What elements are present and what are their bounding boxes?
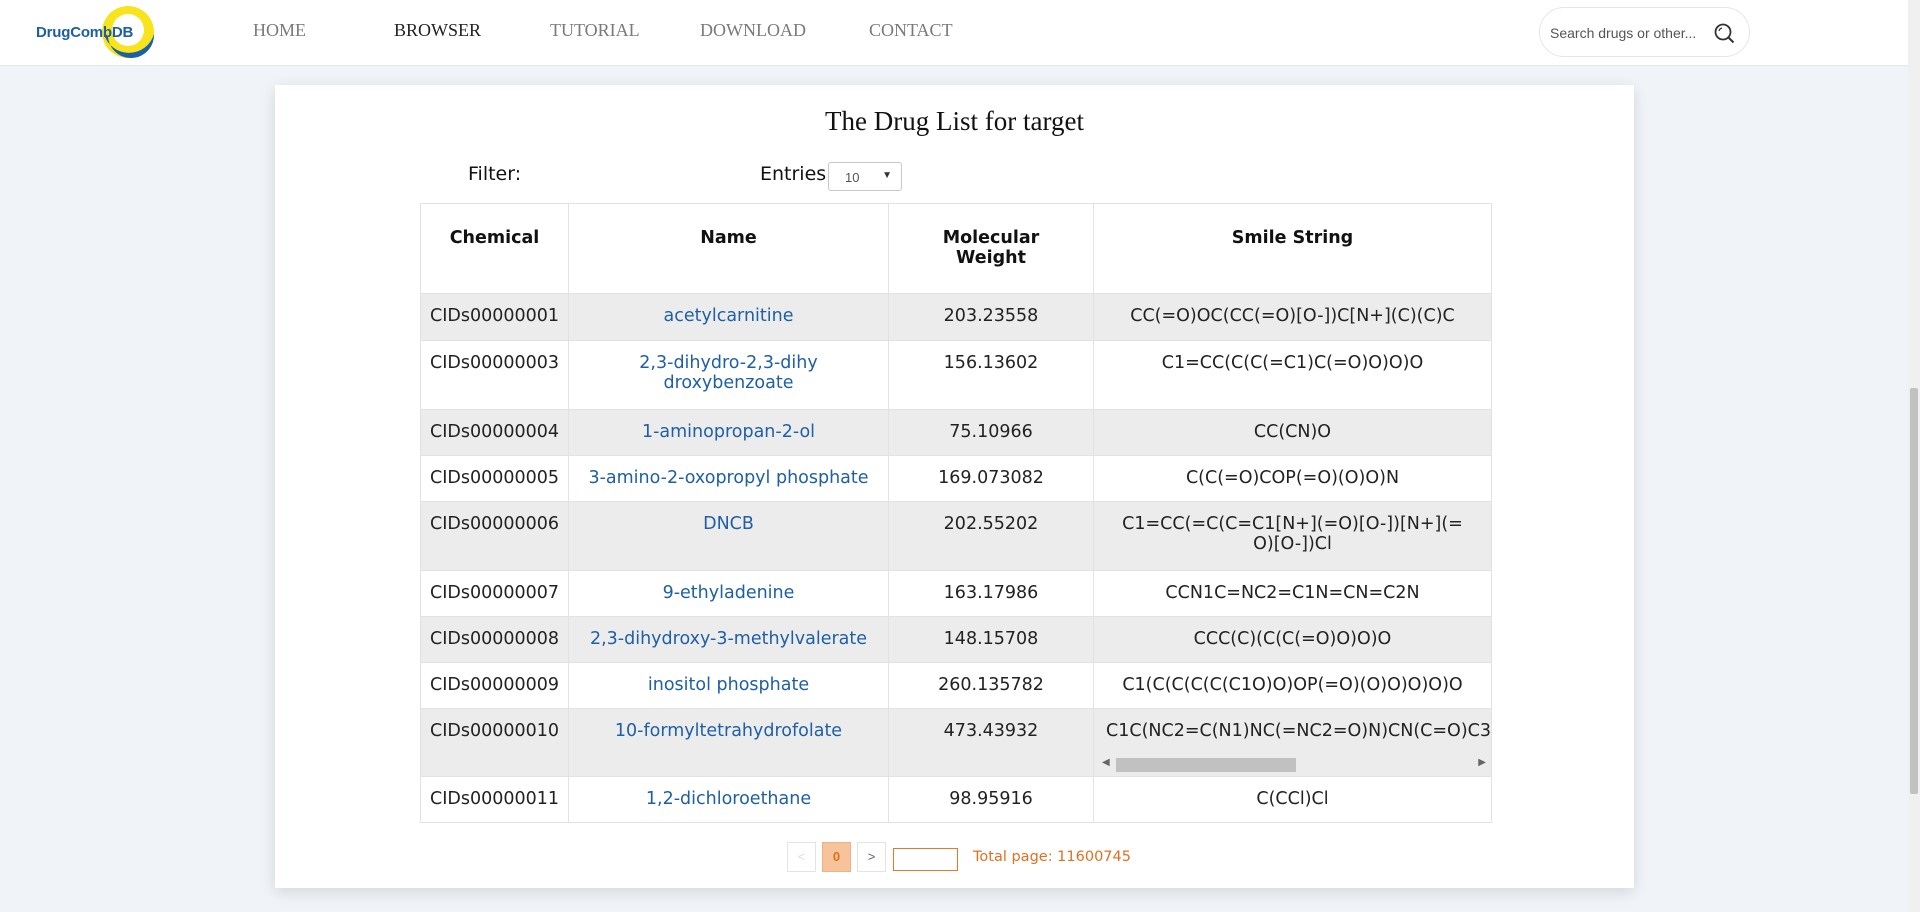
nav-contact[interactable]: CONTACT <box>869 20 953 41</box>
column-header-smile-string[interactable]: Smile String <box>1093 203 1492 294</box>
smiles-text: C1=CC(=C(C=C1[N+](=O)[O-])[N+](=O)[O-])C… <box>1122 514 1463 554</box>
smiles-cell: C(CCl)Cl <box>1093 776 1492 823</box>
page-title: The Drug List for target <box>825 106 1084 136</box>
table-header-row: Chemical Name Molecular Weight Smile Str… <box>420 203 1492 294</box>
smiles-cell: C1=CC(=C(C=C1[N+](=O)[O-])[N+](=O)[O-])C… <box>1093 501 1492 571</box>
smiles-cell: CCN1C=NC2=C1N=CN=C2N <box>1093 570 1492 617</box>
smiles-cell: C(C(=O)COP(=O)(O)O)N <box>1093 455 1492 502</box>
table-row: CIDs00000011 1,2-dichloroethane 98.95916… <box>420 776 1492 823</box>
drug-table: Chemical Name Molecular Weight Smile Str… <box>420 203 1492 823</box>
entries-select[interactable]: 10 ▼ <box>828 162 902 191</box>
chemical-cell: CIDs00000001 <box>420 293 569 341</box>
filter-label: Filter: <box>468 163 522 185</box>
smiles-cell-scrollable: C1C(NC2=C(N1)NC(=NC2=O)N)CN(C=O)C3= ◀ ▶ <box>1093 708 1492 777</box>
drug-name-link[interactable]: inositol phosphate <box>568 662 889 709</box>
column-header-mw-label: Molecular Weight <box>942 228 1040 268</box>
table-row: CIDs00000006 DNCB 202.55202 C1=CC(=C(C=C… <box>420 501 1492 571</box>
entries-label: Entries: <box>760 163 833 185</box>
nav-home[interactable]: HOME <box>253 20 306 41</box>
table-row: CIDs00000010 10-formyltetrahydrofolate 4… <box>420 708 1492 777</box>
drug-name-link[interactable]: DNCB <box>568 501 889 571</box>
entries-select-value: 10 <box>845 170 860 185</box>
smiles-cell: C1=CC(C(C(=C1)C(=O)O)O)O <box>1093 340 1492 410</box>
smiles-cell: C1(C(C(C(C(C1O)O)OP(=O)(O)O)O)O)O <box>1093 662 1492 709</box>
chemical-cell: CIDs00000003 <box>420 340 569 410</box>
chemical-cell: CIDs00000011 <box>420 776 569 823</box>
page-scrollbar[interactable] <box>1908 0 1920 912</box>
search-box <box>1539 7 1750 57</box>
column-header-name[interactable]: Name <box>568 203 889 294</box>
current-page-button[interactable]: 0 <box>822 842 851 872</box>
column-header-chemical[interactable]: Chemical <box>420 203 569 294</box>
drug-name-link[interactable]: acetylcarnitine <box>568 293 889 341</box>
smiles-text: C1C(NC2=C(N1)NC(=NC2=O)N)CN(C=O)C3= <box>1106 721 1492 741</box>
logo-text: DrugCombDB <box>36 24 134 41</box>
table-row: CIDs00000003 2,3-dihydro-2,3-dihydroxybe… <box>420 340 1492 410</box>
molecular-weight-cell: 163.17986 <box>888 570 1094 617</box>
molecular-weight-cell: 473.43932 <box>888 708 1094 777</box>
drug-name-link[interactable]: 3-amino-2-oxopropyl phosphate <box>568 455 889 502</box>
smiles-horizontal-scrollbar[interactable]: ◀ ▶ <box>1102 755 1486 772</box>
chemical-cell: CIDs00000008 <box>420 616 569 663</box>
chemical-cell: CIDs00000009 <box>420 662 569 709</box>
drug-table-wrapper: Chemical Name Molecular Weight Smile Str… <box>420 203 1492 823</box>
table-row: CIDs00000009 inositol phosphate 260.1357… <box>420 662 1492 709</box>
chevron-down-icon: ▼ <box>882 170 892 181</box>
table-row: CIDs00000007 9-ethyladenine 163.17986 CC… <box>420 570 1492 617</box>
smiles-cell: CC(CN)O <box>1093 409 1492 456</box>
smiles-scrollbar-thumb[interactable] <box>1116 758 1296 772</box>
drug-name-link[interactable]: 10-formyltetrahydrofolate <box>568 708 889 777</box>
drug-name-link[interactable]: 2,3-dihydroxy-3-methylvalerate <box>568 616 889 663</box>
table-row: CIDs00000004 1-aminopropan-2-ol 75.10966… <box>420 409 1492 456</box>
drug-list-card: The Drug List for target Filter: Entries… <box>275 85 1634 888</box>
drug-name-link[interactable]: 2,3-dihydro-2,3-dihydroxybenzoate <box>568 340 889 410</box>
drug-name-text: 2,3-dihydro-2,3-dihydroxybenzoate <box>639 353 818 393</box>
molecular-weight-cell: 75.10966 <box>888 409 1094 456</box>
smiles-cell: CCC(C)(C(C(=O)O)O)O <box>1093 616 1492 663</box>
drug-name-link[interactable]: 9-ethyladenine <box>568 570 889 617</box>
molecular-weight-cell: 260.135782 <box>888 662 1094 709</box>
column-header-molecular-weight[interactable]: Molecular Weight <box>888 203 1094 294</box>
chemical-cell: CIDs00000005 <box>420 455 569 502</box>
molecular-weight-cell: 202.55202 <box>888 501 1094 571</box>
molecular-weight-cell: 156.13602 <box>888 340 1094 410</box>
molecular-weight-cell: 169.073082 <box>888 455 1094 502</box>
drug-name-link[interactable]: 1,2-dichloroethane <box>568 776 889 823</box>
molecular-weight-cell: 98.95916 <box>888 776 1094 823</box>
chemical-cell: CIDs00000006 <box>420 501 569 571</box>
chemical-cell: CIDs00000010 <box>420 708 569 777</box>
molecular-weight-cell: 148.15708 <box>888 616 1094 663</box>
nav-browser[interactable]: BROWSER <box>394 20 481 41</box>
search-icon[interactable] <box>1713 22 1735 44</box>
nav-tutorial[interactable]: TUTORIAL <box>550 20 640 41</box>
nav-download[interactable]: DOWNLOAD <box>700 20 806 41</box>
table-row: CIDs00000001 acetylcarnitine 203.23558 C… <box>420 293 1492 341</box>
top-header: DrugCombDB HOME BROWSER TUTORIAL DOWNLOA… <box>0 0 1908 66</box>
total-pages-label: Total page: 11600745 <box>973 849 1131 865</box>
next-page-button[interactable]: > <box>857 842 886 872</box>
scroll-right-arrow-icon[interactable]: ▶ <box>1478 757 1486 768</box>
chemical-cell: CIDs00000004 <box>420 409 569 456</box>
prev-page-button[interactable]: < <box>787 842 816 872</box>
smiles-cell: CC(=O)OC(CC(=O)[O-])C[N+](C)(C)C <box>1093 293 1492 341</box>
drug-name-link[interactable]: 1-aminopropan-2-ol <box>568 409 889 456</box>
table-row: CIDs00000008 2,3-dihydroxy-3-methylvaler… <box>420 616 1492 663</box>
page-scrollbar-thumb[interactable] <box>1910 388 1918 794</box>
page-jump-input[interactable] <box>893 848 958 871</box>
logo[interactable]: DrugCombDB <box>36 4 160 62</box>
search-input[interactable] <box>1550 22 1715 44</box>
scroll-left-arrow-icon[interactable]: ◀ <box>1102 757 1110 768</box>
chemical-cell: CIDs00000007 <box>420 570 569 617</box>
molecular-weight-cell: 203.23558 <box>888 293 1094 341</box>
table-row: CIDs00000005 3-amino-2-oxopropyl phospha… <box>420 455 1492 502</box>
